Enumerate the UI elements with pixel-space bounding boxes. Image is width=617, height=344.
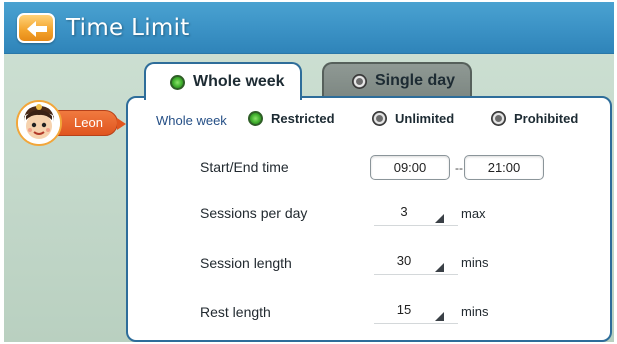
mode-label: Whole week [156, 113, 227, 128]
rest-length-stepper[interactable]: 15 [374, 300, 458, 324]
back-arrow-icon [27, 21, 47, 37]
screen: Time Limit Whole week Single day Leon Wh… [4, 2, 614, 342]
radio-label: Restricted [271, 111, 335, 126]
radio-off-icon [372, 111, 387, 126]
child-avatar-icon [18, 102, 60, 144]
time-separator: -- [455, 161, 463, 175]
radio-restricted[interactable]: Restricted [248, 111, 335, 126]
session-length-unit: mins [461, 255, 489, 270]
start-time-field[interactable]: 09:00 [370, 155, 450, 180]
dropdown-corner-icon [435, 312, 444, 321]
back-button[interactable] [17, 13, 55, 43]
tab-single-day[interactable]: Single day [322, 62, 472, 98]
radio-label: Prohibited [514, 111, 579, 126]
radio-prohibited[interactable]: Prohibited [491, 111, 578, 126]
tab-label: Whole week [193, 73, 285, 90]
rest-length-label: Rest length [200, 304, 271, 320]
sessions-unit: max [461, 206, 486, 221]
radio-on-icon [170, 74, 185, 90]
settings-panel: Whole week Restricted Unlimited Prohibit… [126, 96, 612, 342]
session-length-value: 30 [396, 253, 412, 268]
radio-on-icon [248, 111, 263, 126]
profile-badge[interactable]: Leon [16, 100, 126, 146]
sessions-label: Sessions per day [200, 205, 308, 221]
profile-name: Leon [74, 115, 103, 130]
page-title: Time Limit [66, 15, 190, 41]
rest-length-unit: mins [461, 304, 489, 319]
rest-length-value: 15 [396, 302, 412, 317]
radio-unlimited[interactable]: Unlimited [372, 111, 454, 126]
dropdown-corner-icon [435, 214, 444, 223]
start-end-label: Start/End time [200, 159, 289, 175]
avatar [16, 100, 62, 146]
title-bar: Time Limit [4, 2, 614, 54]
dropdown-corner-icon [435, 263, 444, 272]
tab-whole-week[interactable]: Whole week [144, 62, 302, 100]
end-time-field[interactable]: 21:00 [464, 155, 544, 180]
radio-label: Unlimited [395, 111, 455, 126]
radio-off-icon [491, 111, 506, 126]
radio-off-icon [352, 73, 367, 89]
session-length-stepper[interactable]: 30 [374, 251, 458, 275]
sessions-value: 3 [400, 204, 408, 219]
session-length-label: Session length [200, 255, 292, 271]
tab-label: Single day [375, 72, 456, 89]
sessions-stepper[interactable]: 3 [374, 202, 458, 226]
